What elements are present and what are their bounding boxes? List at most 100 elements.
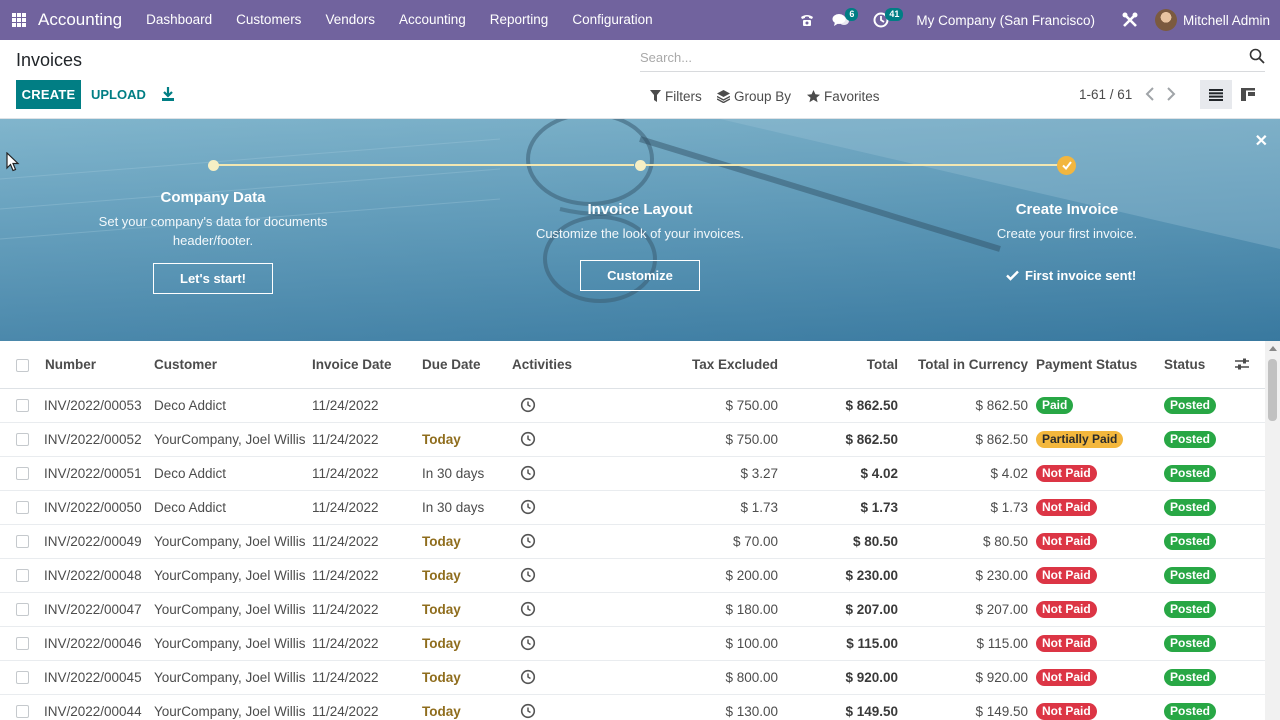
tax-excluded[interactable]: $ 800.00	[595, 660, 790, 695]
activity-clock-icon[interactable]	[520, 499, 536, 515]
search-icon[interactable]	[1249, 48, 1265, 64]
table-row[interactable]: INV/2022/00049 YourCompany, Joel Willis 11…	[0, 524, 1265, 559]
total-in-currency[interactable]: $ 230.00	[900, 558, 1036, 593]
total-amount[interactable]: $ 230.00	[790, 558, 900, 593]
invoice-number[interactable]: INV/2022/00049	[37, 524, 147, 559]
menu-customers[interactable]: Customers	[224, 0, 313, 40]
total-in-currency[interactable]: $ 4.02	[900, 456, 1036, 491]
row-checkbox[interactable]	[16, 501, 29, 515]
row-checkbox[interactable]	[16, 467, 29, 481]
col-payment-status[interactable]: Payment Status	[1036, 341, 1164, 389]
due-date[interactable]: Today	[415, 592, 505, 627]
activity-clock-icon[interactable]	[520, 669, 536, 685]
due-date[interactable]: Today	[415, 422, 505, 457]
favorites-button[interactable]: Favorites	[807, 87, 880, 105]
app-brand[interactable]: Accounting	[38, 10, 122, 30]
invoice-date[interactable]: 11/24/2022	[305, 694, 415, 720]
activity-clock-icon[interactable]	[520, 601, 536, 617]
total-amount[interactable]: $ 80.50	[790, 524, 900, 559]
pager-next-icon[interactable]	[1165, 86, 1177, 102]
customize-button[interactable]: Customize	[580, 260, 700, 291]
due-date[interactable]: In 30 days	[415, 456, 505, 491]
scrollbar-thumb[interactable]	[1268, 359, 1277, 421]
table-row[interactable]: INV/2022/00047 YourCompany, Joel Willis 11…	[0, 592, 1265, 627]
tax-excluded[interactable]: $ 70.00	[595, 524, 790, 559]
close-banner-icon[interactable]: ✕	[1255, 131, 1268, 151]
invoice-date[interactable]: 11/24/2022	[305, 558, 415, 593]
row-checkbox[interactable]	[16, 433, 29, 447]
customer-name[interactable]: YourCompany, Joel Willis	[147, 422, 305, 457]
invoice-number[interactable]: INV/2022/00047	[37, 592, 147, 627]
total-amount[interactable]: $ 207.00	[790, 592, 900, 627]
total-in-currency[interactable]: $ 207.00	[900, 592, 1036, 627]
total-amount[interactable]: $ 862.50	[790, 422, 900, 457]
due-date[interactable]	[415, 388, 505, 423]
download-icon[interactable]	[160, 85, 176, 103]
invoice-number[interactable]: INV/2022/00045	[37, 660, 147, 695]
col-due-date[interactable]: Due Date	[415, 341, 505, 389]
total-in-currency[interactable]: $ 920.00	[900, 660, 1036, 695]
menu-accounting[interactable]: Accounting	[387, 0, 478, 40]
activity-clock-icon[interactable]	[520, 635, 536, 651]
create-button[interactable]: CREATE	[16, 80, 81, 109]
total-in-currency[interactable]: $ 862.50	[900, 422, 1036, 457]
activity-clock-icon[interactable]	[520, 431, 536, 447]
due-date[interactable]: Today	[415, 524, 505, 559]
invoice-number[interactable]: INV/2022/00046	[37, 626, 147, 661]
total-amount[interactable]: $ 1.73	[790, 490, 900, 525]
row-checkbox[interactable]	[16, 535, 29, 549]
customer-name[interactable]: YourCompany, Joel Willis	[147, 524, 305, 559]
table-row[interactable]: INV/2022/00044 YourCompany, Joel Willis 11…	[0, 694, 1265, 720]
total-amount[interactable]: $ 4.02	[790, 456, 900, 491]
total-in-currency[interactable]: $ 149.50	[900, 694, 1036, 720]
apps-menu-icon[interactable]	[12, 13, 26, 27]
invoice-date[interactable]: 11/24/2022	[305, 456, 415, 491]
row-checkbox[interactable]	[16, 705, 29, 719]
total-amount[interactable]: $ 862.50	[790, 388, 900, 423]
tax-excluded[interactable]: $ 100.00	[595, 626, 790, 661]
row-checkbox[interactable]	[16, 569, 29, 583]
invoice-number[interactable]: INV/2022/00048	[37, 558, 147, 593]
invoice-number[interactable]: INV/2022/00052	[37, 422, 147, 457]
col-activities[interactable]: Activities	[505, 341, 595, 389]
invoice-date[interactable]: 11/24/2022	[305, 660, 415, 695]
invoice-date[interactable]: 11/24/2022	[305, 422, 415, 457]
invoice-number[interactable]: INV/2022/00050	[37, 490, 147, 525]
customer-name[interactable]: YourCompany, Joel Willis	[147, 660, 305, 695]
row-checkbox[interactable]	[16, 603, 29, 617]
total-in-currency[interactable]: $ 862.50	[900, 388, 1036, 423]
due-date[interactable]: Today	[415, 660, 505, 695]
menu-dashboard[interactable]: Dashboard	[134, 0, 224, 40]
total-in-currency[interactable]: $ 115.00	[900, 626, 1036, 661]
list-view-button[interactable]	[1200, 80, 1232, 109]
total-in-currency[interactable]: $ 80.50	[900, 524, 1036, 559]
filters-button[interactable]: Filters	[650, 87, 702, 105]
row-checkbox[interactable]	[16, 399, 29, 413]
total-amount[interactable]: $ 149.50	[790, 694, 900, 720]
kanban-view-button[interactable]	[1232, 80, 1264, 109]
customer-name[interactable]: YourCompany, Joel Willis	[147, 558, 305, 593]
list-scrollbar[interactable]	[1265, 341, 1280, 720]
col-tax-excluded[interactable]: Tax Excluded	[595, 341, 790, 389]
col-invoice-date[interactable]: Invoice Date	[305, 341, 415, 389]
activity-clock-icon[interactable]	[520, 397, 536, 413]
user-avatar[interactable]	[1154, 9, 1177, 31]
total-amount[interactable]: $ 115.00	[790, 626, 900, 661]
tax-excluded[interactable]: $ 200.00	[595, 558, 790, 593]
col-total[interactable]: Total	[790, 341, 900, 389]
due-date[interactable]: In 30 days	[415, 490, 505, 525]
menu-configuration[interactable]: Configuration	[560, 0, 664, 40]
phone-icon[interactable]	[796, 0, 818, 40]
col-status[interactable]: Status	[1164, 341, 1234, 389]
col-number[interactable]: Number	[37, 341, 147, 389]
activity-clock-icon[interactable]	[520, 533, 536, 549]
table-row[interactable]: INV/2022/00050 Deco Addict 11/24/2022 In 30…	[0, 490, 1265, 525]
groupby-button[interactable]: Group By	[717, 87, 791, 105]
invoice-number[interactable]: INV/2022/00053	[37, 388, 147, 423]
col-total-currency[interactable]: Total in Currency	[900, 341, 1036, 389]
activity-clock-icon[interactable]	[520, 567, 536, 583]
activities-clock-icon[interactable]: 41	[870, 0, 904, 40]
col-customer[interactable]: Customer	[147, 341, 305, 389]
tax-excluded[interactable]: $ 3.27	[595, 456, 790, 491]
table-row[interactable]: INV/2022/00053 Deco Addict 11/24/2022 $ 750…	[0, 388, 1265, 423]
